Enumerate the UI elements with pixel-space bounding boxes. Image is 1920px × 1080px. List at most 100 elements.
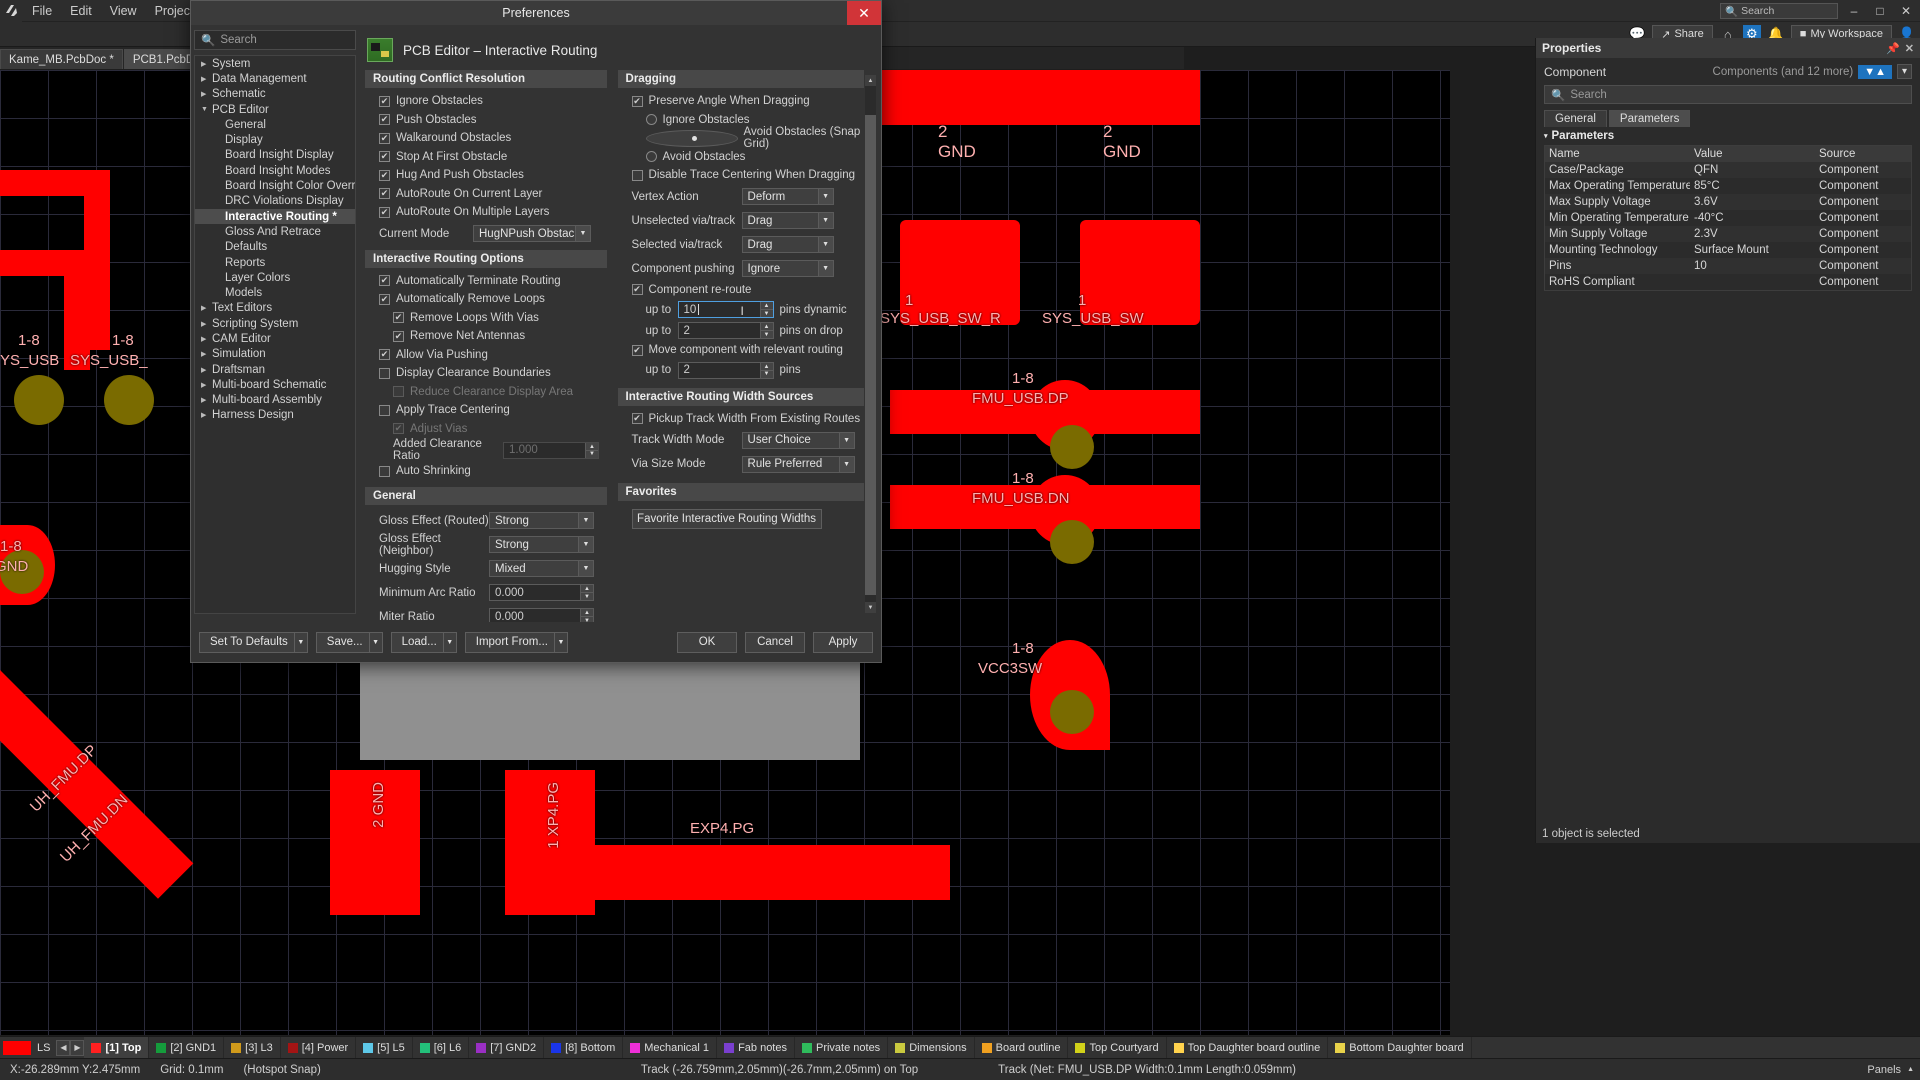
vertex-action-select[interactable]: Deform ▼ [741, 188, 834, 205]
nav-item-data-management[interactable]: ▶ Data Management [195, 71, 355, 86]
checkbox-icon[interactable] [393, 312, 404, 324]
nav-item-scripting-system[interactable]: ▶ Scripting System [195, 316, 355, 331]
checkbox-auto-shrinking[interactable]: Auto Shrinking [365, 462, 607, 481]
checkbox-icon[interactable] [379, 132, 390, 144]
chevron-down-icon[interactable]: ▼ [368, 632, 382, 652]
nav-item-display[interactable]: Display [195, 132, 355, 147]
checkbox-ignore-obstacles[interactable]: Ignore Obstacles [365, 92, 607, 111]
expand-triangle-icon[interactable]: ▶ [201, 335, 212, 343]
radio-icon[interactable] [645, 114, 657, 126]
chevron-down-icon[interactable]: ▼ [578, 513, 593, 528]
checkbox-hug-and-push-obstacles[interactable]: Hug And Push Obstacles [365, 166, 607, 185]
layer-tab-gnd2[interactable]: [7] GND2 [469, 1036, 545, 1059]
global-search-input[interactable]: 🔍 Search [1720, 3, 1838, 19]
parameters-section-header[interactable]: ▾ Parameters [1544, 130, 1912, 142]
menu-file[interactable]: File [24, 2, 60, 20]
layer-tab-dimensions[interactable]: Dimensions [888, 1036, 975, 1059]
chevron-right-icon[interactable]: ▶ [70, 1039, 85, 1056]
menu-edit[interactable]: Edit [62, 2, 100, 20]
nav-search-input[interactable]: 🔍 Search [194, 30, 356, 50]
tab-general[interactable]: General [1544, 110, 1607, 127]
checkbox-icon[interactable] [631, 284, 643, 296]
properties-search-input[interactable]: 🔍 Search [1544, 85, 1912, 104]
minimize-button[interactable]: – [1844, 1, 1864, 21]
load-button[interactable]: Load... ▼ [390, 631, 457, 653]
track-width-mode-select[interactable]: User Choice ▼ [741, 431, 855, 449]
chevron-down-icon[interactable]: ▼ [553, 632, 567, 652]
nav-item-board-insight-color-overrides[interactable]: Board Insight Color Overrides [195, 178, 355, 193]
table-row[interactable]: Min Operating Temperature -40°C Componen… [1545, 210, 1911, 226]
hugging-style-select[interactable]: Mixed ▼ [489, 560, 594, 577]
table-row[interactable]: Pins 10 Component [1545, 258, 1911, 274]
checkbox-icon[interactable] [631, 413, 643, 425]
layer-tab-fab-notes[interactable]: Fab notes [717, 1036, 795, 1059]
layer-tab-top-courtyard[interactable]: Top Courtyard [1068, 1036, 1167, 1059]
expand-triangle-icon[interactable]: ▶ [201, 304, 212, 312]
chevron-down-icon[interactable]: ▼ [293, 632, 307, 652]
page-scrollbar[interactable]: ▲ ▼ [865, 75, 876, 613]
tab-parameters[interactable]: Parameters [1608, 110, 1691, 127]
nav-item-pcb-editor[interactable]: ▼ PCB Editor [195, 102, 355, 117]
chevron-down-icon[interactable]: ▼ [578, 561, 593, 576]
scrollbar-thumb[interactable] [865, 115, 876, 595]
nav-item-layer-colors[interactable]: Layer Colors [195, 270, 355, 285]
layer-tab-bottom[interactable]: [8] Bottom [544, 1036, 624, 1059]
nav-item-multi-board-assembly[interactable]: ▶ Multi-board Assembly [195, 393, 355, 408]
checkbox-remove-net-antennas[interactable]: Remove Net Antennas [365, 327, 607, 346]
checkbox-icon[interactable] [379, 151, 390, 163]
ok-button[interactable]: OK [677, 631, 737, 653]
favorite-interactive-routing-widths-button[interactable]: Favorite Interactive Routing Widths [631, 509, 822, 529]
table-row[interactable]: Mounting Technology Surface Mount Compon… [1545, 242, 1911, 258]
current-mode-select[interactable]: HugNPush Obstacles ▼ [473, 225, 591, 242]
nav-item-reports[interactable]: Reports [195, 255, 355, 270]
pins-dynamic-input[interactable]: 10 I ▲ ▼ [677, 301, 774, 318]
expand-triangle-icon[interactable]: ▶ [201, 411, 212, 419]
checkbox-automatically-terminate-routing[interactable]: Automatically Terminate Routing [365, 272, 607, 291]
radio-avoid-obstacles[interactable]: Avoid Obstacles [618, 148, 864, 167]
nav-item-multi-board-schematic[interactable]: ▶ Multi-board Schematic [195, 377, 355, 392]
selected-via-track-select[interactable]: Drag ▼ [741, 236, 834, 253]
chevron-down-icon[interactable]: ▼ [817, 237, 833, 252]
pins-on-drop-input[interactable]: 2 ▲ ▼ [677, 322, 774, 339]
checkbox-preserve-angle-when-dragging[interactable]: Preserve Angle When Dragging [618, 92, 864, 111]
checkbox-icon[interactable] [379, 188, 390, 200]
chevron-down-icon[interactable]: ▼ [838, 456, 854, 472]
checkbox-stop-at-first-obstacle[interactable]: Stop At First Obstacle [365, 148, 607, 167]
via-size-mode-select[interactable]: Rule Preferred ▼ [741, 455, 855, 473]
layer-tab-power[interactable]: [4] Power [281, 1036, 357, 1059]
chevron-down-icon[interactable]: ▼ [817, 261, 833, 276]
close-icon[interactable]: ✕ [847, 1, 881, 25]
checkbox-icon[interactable] [379, 95, 390, 107]
nav-item-defaults[interactable]: Defaults [195, 240, 355, 255]
close-window-button[interactable]: ✕ [1896, 1, 1916, 21]
layer-tab-gnd1[interactable]: [2] GND1 [149, 1036, 225, 1059]
move-pins-input[interactable]: 2 ▲ ▼ [677, 361, 774, 379]
expand-triangle-icon[interactable]: ▶ [201, 350, 212, 358]
nav-item-cam-editor[interactable]: ▶ CAM Editor [195, 331, 355, 346]
checkbox-allow-via-pushing[interactable]: Allow Via Pushing [365, 346, 607, 365]
checkbox-icon[interactable] [379, 275, 390, 287]
chevron-up-icon[interactable]: ▲ [1907, 1066, 1914, 1073]
chevron-down-icon[interactable]: ▼ [442, 632, 456, 652]
set-to-defaults-button[interactable]: Set To Defaults ▼ [199, 631, 308, 653]
panel-close-icon[interactable]: ✕ [1905, 42, 1914, 55]
checkbox-icon[interactable] [379, 404, 390, 416]
minimum-arc-ratio-input[interactable]: 0.000 ▲ ▼ [489, 584, 594, 601]
gloss-effect-routed-select[interactable]: Strong ▼ [489, 512, 594, 529]
stepper-down-icon[interactable]: ▼ [759, 309, 773, 317]
checkbox-icon[interactable] [631, 95, 643, 107]
checkbox-disable-trace-centering-when-dragging[interactable]: Disable Trace Centering When Dragging [618, 166, 864, 185]
collapse-triangle-icon[interactable]: ▼ [201, 106, 212, 113]
maximize-button[interactable]: □ [1870, 1, 1890, 21]
checkbox-autoroute-on-current-layer[interactable]: AutoRoute On Current Layer [365, 185, 607, 204]
checkbox-walkaround-obstacles[interactable]: Walkaround Obstacles [365, 129, 607, 148]
panel-pin-icon[interactable]: 📌 [1886, 42, 1900, 55]
checkbox-pickup-track-width-from-existing-routes[interactable]: Pickup Track Width From Existing Routes [618, 410, 864, 429]
expand-triangle-icon[interactable]: ▶ [201, 366, 212, 374]
checkbox-icon[interactable] [379, 114, 390, 126]
checkbox-display-clearance-boundaries[interactable]: Display Clearance Boundaries [365, 364, 607, 383]
layer-tab-l6[interactable]: [6] L6 [413, 1036, 470, 1059]
layer-tab-top[interactable]: [1] Top [84, 1036, 150, 1059]
import-from-button[interactable]: Import From... ▼ [464, 631, 568, 653]
save-button[interactable]: Save... ▼ [315, 631, 383, 653]
